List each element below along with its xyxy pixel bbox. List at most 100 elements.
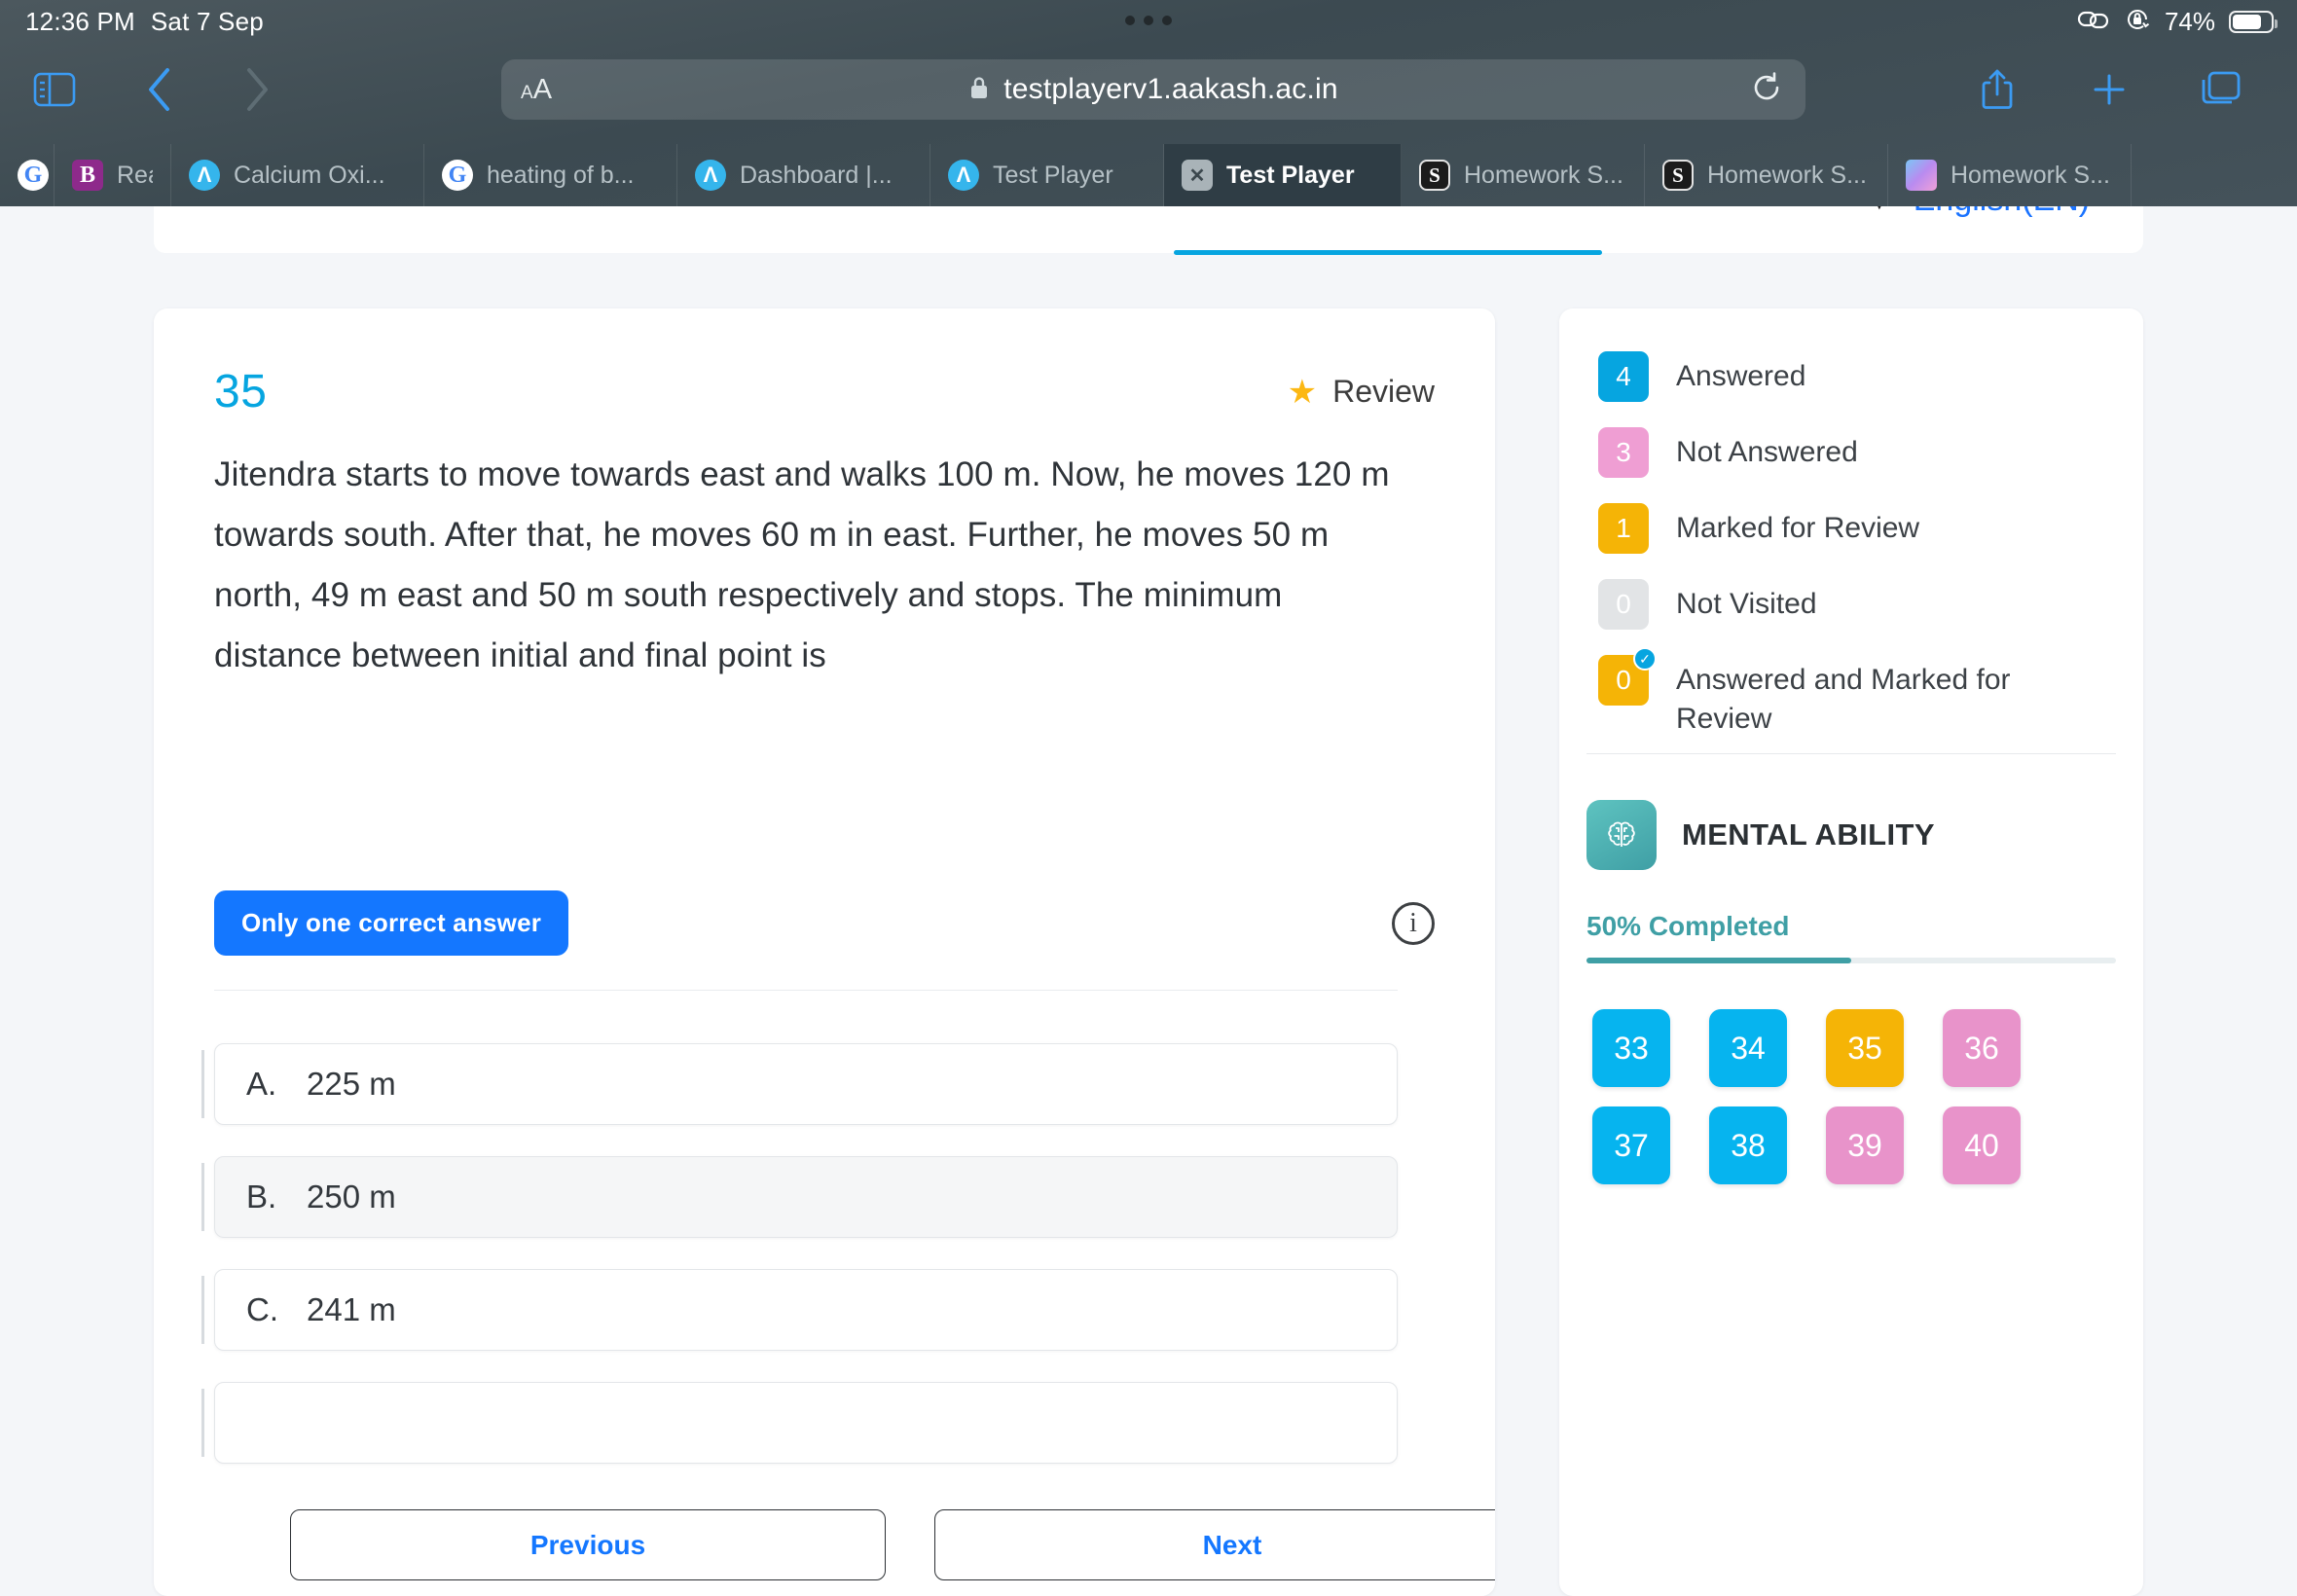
tabs-icon[interactable]: [2190, 58, 2252, 121]
answer-option[interactable]: [201, 1382, 1398, 1464]
question-number-box[interactable]: 35: [1826, 1009, 1904, 1087]
option-letter: C.: [246, 1291, 278, 1327]
question-number-box[interactable]: 40: [1943, 1106, 2021, 1184]
legend-count-chip: 1: [1598, 503, 1649, 554]
status-time: 12:36 PM: [25, 6, 135, 36]
panel-divider: [1586, 753, 2116, 754]
plus-icon[interactable]: [2078, 58, 2140, 121]
browser-tab-label: Dashboard |...: [740, 161, 893, 189]
socratic-icon: S: [1662, 160, 1694, 191]
question-number-box[interactable]: 37: [1592, 1106, 1670, 1184]
question-number-box[interactable]: 36: [1943, 1009, 2021, 1087]
answer-type-row: Only one correct answer i: [214, 890, 1435, 956]
option-text: 241 m: [307, 1291, 396, 1327]
question-navigation-footer: Previous Next: [239, 1494, 1495, 1596]
question-number-box[interactable]: 38: [1709, 1106, 1787, 1184]
browser-tab-label: Homework S...: [1464, 161, 1623, 189]
subject-block: MENTAL ABILITY 50% Completed: [1586, 800, 2116, 963]
web-page-content: ▼ English(EN) 35 ★ Review Jitendra start…: [0, 206, 2297, 1596]
reload-icon[interactable]: [1749, 70, 1784, 110]
mark-for-review-toggle[interactable]: ★ Review: [1288, 374, 1435, 410]
browser-tab[interactable]: Ʌ Calcium Oxi...: [171, 144, 424, 206]
legend-row: 3 Not Answered: [1598, 427, 2116, 478]
url-display: testplayerv1.aakash.ac.in: [501, 73, 1805, 106]
next-button[interactable]: Next: [934, 1509, 1495, 1580]
legend-label: Answered and Marked for Review: [1676, 664, 2011, 735]
info-icon[interactable]: i: [1392, 901, 1435, 945]
options-list: A. 225 m B. 250 m C. 241 m: [201, 1043, 1398, 1495]
answer-type-badge[interactable]: Only one correct answer: [214, 890, 569, 956]
browser-tab-label: Calcium Oxi...: [234, 161, 385, 189]
legend-count-chip: 3: [1598, 427, 1649, 478]
legend-row: 0 ✓ Answered and Marked for Review: [1598, 647, 2116, 739]
legend-count-chip: 4: [1598, 351, 1649, 402]
legend-row: 1 Marked for Review: [1598, 503, 2116, 554]
legend-label: Marked for Review: [1676, 512, 1920, 544]
status-bar-left: 12:36 PM Sat 7 Sep: [25, 7, 264, 37]
language-selector[interactable]: ▼ English(EN): [1867, 206, 2090, 219]
question-number-box[interactable]: 33: [1592, 1009, 1670, 1087]
check-icon: ✓: [1633, 647, 1657, 671]
browser-tab-label: Test Player: [993, 161, 1113, 189]
brain-icon: [1586, 800, 1657, 870]
sidebar-icon[interactable]: [23, 58, 86, 121]
question-number-box[interactable]: 39: [1826, 1106, 1904, 1184]
ipad-browser-chrome: 12:36 PM Sat 7 Sep 74% A A testplayerv1.…: [0, 0, 2297, 206]
browser-toolbar: AA testplayerv1.aakash.ac.in: [0, 43, 2297, 136]
option-letter: A.: [246, 1066, 277, 1102]
option-letter: B.: [246, 1179, 277, 1215]
subject-row: MENTAL ABILITY: [1586, 800, 2116, 870]
gemini-icon: [1906, 160, 1937, 191]
url-bar[interactable]: AA testplayerv1.aakash.ac.in: [501, 59, 1805, 120]
aakash-icon: Ʌ: [948, 160, 979, 191]
back-icon[interactable]: [128, 58, 191, 121]
aakash-icon: Ʌ: [189, 160, 220, 191]
share-icon[interactable]: [1966, 58, 2028, 121]
browser-tab[interactable]: G: [0, 144, 55, 206]
browser-tab-label: heating of b...: [487, 161, 635, 189]
browser-tab-label: Homework S...: [1707, 161, 1867, 189]
status-date: Sat 7 Sep: [150, 6, 264, 36]
question-card: 35 ★ Review Jitendra starts to move towa…: [154, 308, 1495, 1596]
browser-tab[interactable]: Homework S...: [1888, 144, 2132, 206]
browser-tab[interactable]: ✕ Test Player: [1164, 144, 1402, 206]
previous-button[interactable]: Previous: [290, 1509, 886, 1580]
section-tab-underline: [1174, 250, 1602, 255]
browser-tab[interactable]: B Reac: [55, 144, 171, 206]
socratic-icon: S: [1419, 160, 1450, 191]
question-header: 35 ★ Review: [214, 365, 1435, 418]
battery-icon: [2229, 10, 2278, 33]
browser-tab[interactable]: Ʌ Dashboard |...: [677, 144, 930, 206]
answer-option[interactable]: B. 250 m: [201, 1156, 1398, 1238]
progress-track: [1586, 958, 2116, 963]
google-icon: G: [442, 160, 473, 191]
question-text: Jitendra starts to move towards east and…: [214, 455, 1390, 674]
star-icon: ★: [1287, 373, 1318, 411]
rotation-lock-icon: [2124, 6, 2151, 38]
answer-option[interactable]: A. 225 m: [201, 1043, 1398, 1125]
status-legend: 4 Answered 3 Not Answered 1 Marked for Review…: [1598, 351, 2116, 764]
browser-tab-label: Homework S...: [1951, 161, 2110, 189]
progress-label: 50% Completed: [1586, 911, 1790, 941]
browser-tab[interactable]: Ʌ Test Player: [930, 144, 1164, 206]
language-label: English(EN): [1914, 206, 2090, 219]
legend-row: 4 Answered: [1598, 351, 2116, 402]
question-number: 35: [214, 366, 268, 417]
answer-option[interactable]: C. 241 m: [201, 1269, 1398, 1351]
browser-tab[interactable]: S Homework S...: [1402, 144, 1645, 206]
subject-name: MENTAL ABILITY: [1682, 817, 1935, 852]
legend-label: Not Visited: [1676, 588, 1817, 620]
status-bar-right: 74%: [2077, 0, 2278, 43]
status-bar: 12:36 PM Sat 7 Sep 74%: [0, 0, 2297, 43]
review-label: Review: [1332, 374, 1435, 409]
question-number-box[interactable]: 34: [1709, 1009, 1787, 1087]
browser-tab[interactable]: S Homework S...: [1645, 144, 1888, 206]
lock-icon: [968, 75, 990, 105]
option-text: 225 m: [307, 1066, 396, 1102]
browser-tab-label: Reac: [117, 161, 153, 189]
close-icon[interactable]: ✕: [1182, 160, 1213, 191]
legend-row: 0 Not Visited: [1598, 579, 2116, 630]
legend-count-chip: 0 ✓: [1598, 647, 1657, 706]
battery-percent: 74%: [2164, 6, 2215, 36]
browser-tab[interactable]: Gheating of b...: [424, 144, 677, 206]
